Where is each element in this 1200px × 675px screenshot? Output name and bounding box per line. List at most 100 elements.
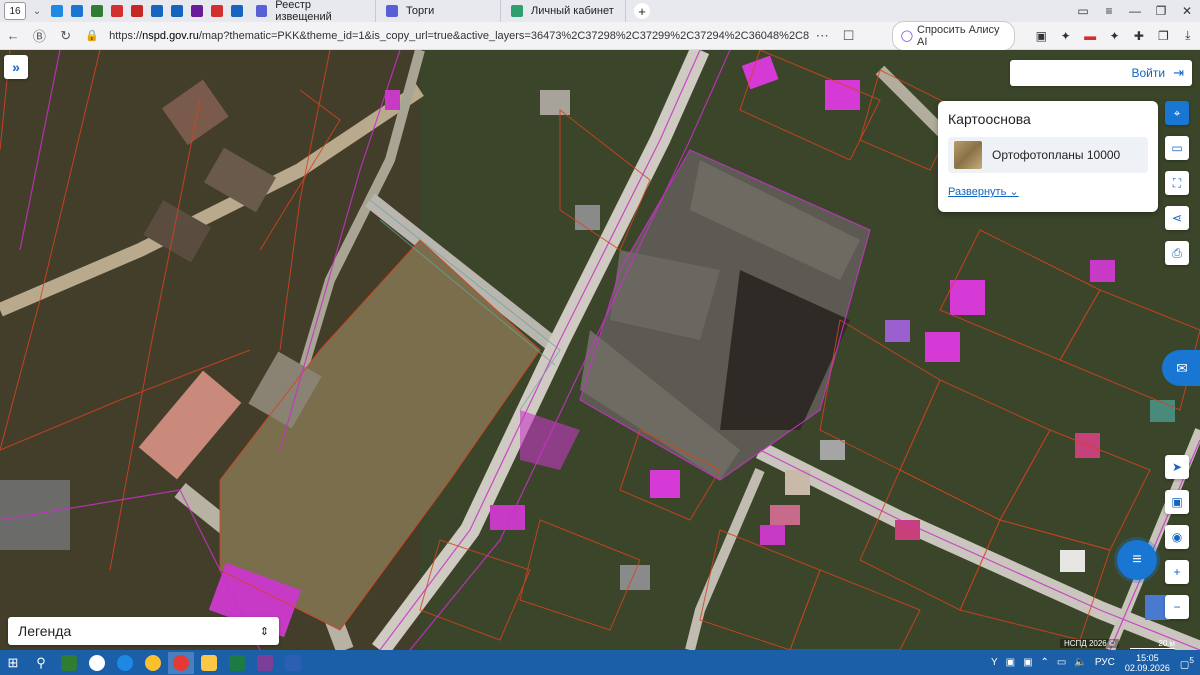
login-label: Войти bbox=[1131, 66, 1166, 80]
ruler-icon[interactable]: ▭ bbox=[1165, 136, 1189, 160]
basemap-expand-link[interactable]: Развернуть ⌄ bbox=[948, 185, 1148, 198]
windows-start-icon[interactable]: ⊞ bbox=[0, 652, 26, 674]
tab-list-dropdown[interactable]: ⌄ bbox=[28, 3, 46, 19]
winrar-icon[interactable] bbox=[252, 652, 278, 674]
word-icon[interactable] bbox=[280, 652, 306, 674]
clock[interactable]: 15:05 02.09.2026 bbox=[1125, 653, 1170, 673]
basemap-option[interactable]: Ортофотопланы 10000 bbox=[948, 137, 1148, 173]
pinned-tab[interactable] bbox=[188, 3, 206, 19]
auctions-tab-icon bbox=[386, 5, 398, 17]
pinned-tab[interactable] bbox=[68, 3, 86, 19]
lock-icon: 🔒 bbox=[85, 30, 99, 42]
chat-icon: ✉ bbox=[1176, 359, 1188, 376]
bookmark-add-icon[interactable]: ☐ bbox=[835, 28, 861, 44]
registry-tab-icon bbox=[256, 5, 268, 17]
support-chat-button[interactable]: ≡ bbox=[1117, 540, 1157, 580]
more-icon[interactable]: ⋯ bbox=[809, 28, 835, 44]
yandex-tray-icon[interactable]: Y bbox=[991, 657, 998, 668]
zoom-in-icon[interactable]: + bbox=[1165, 560, 1189, 584]
pinned-tab[interactable] bbox=[108, 3, 126, 19]
login-button[interactable]: Войти ⇥ bbox=[1010, 60, 1192, 86]
pinned-tab-favicon-icon bbox=[71, 5, 83, 17]
pinned-tab[interactable] bbox=[48, 3, 66, 19]
tab-registry[interactable]: Реестр извещений bbox=[246, 0, 376, 23]
taskbar: ⊞ ⚲ Y ▣ ▣ ⌃ ▭ 🔈 РУС 15:05 02.09.2026 ▢5 bbox=[0, 650, 1200, 675]
expand-sidebar-button[interactable]: » bbox=[4, 55, 28, 79]
chat-lines-icon: ≡ bbox=[1132, 551, 1142, 568]
map-marker-icon[interactable]: ◉ bbox=[1165, 525, 1189, 549]
notifications-icon[interactable]: ▢5 bbox=[1180, 655, 1194, 670]
basemap-title: Картооснова bbox=[948, 111, 1031, 127]
assistant-button[interactable]: ✉ bbox=[1162, 350, 1200, 386]
app-icon[interactable] bbox=[56, 652, 82, 674]
system-tray: Y ▣ ▣ ⌃ ▭ 🔈 РУС 15:05 02.09.2026 ▢5 bbox=[987, 650, 1200, 675]
ask-alice-button[interactable]: ◯ Спросить Алису AI bbox=[891, 20, 1016, 51]
yandex-browser-icon[interactable] bbox=[168, 651, 194, 674]
pinned-tab-favicon-icon bbox=[151, 5, 163, 17]
chevron-down-icon: ⌄ bbox=[1009, 186, 1019, 198]
collections-icon[interactable]: ❐ bbox=[1151, 29, 1175, 43]
excel-icon[interactable] bbox=[224, 652, 250, 674]
app-tray-icon[interactable]: ▣ bbox=[1006, 657, 1015, 668]
url-field[interactable]: https://nspd.gov.ru/map?thematic=PKK&the… bbox=[109, 30, 809, 42]
download-icon[interactable]: ⤓ bbox=[1176, 28, 1200, 43]
close-button[interactable]: ✕ bbox=[1174, 0, 1200, 22]
login-icon: ⇥ bbox=[1173, 65, 1184, 80]
area-select-icon[interactable]: ⛶ bbox=[1165, 171, 1189, 195]
reload-button[interactable]: ↻ bbox=[53, 28, 79, 44]
bookmark-icon[interactable]: ▭ bbox=[1070, 0, 1096, 22]
back-button[interactable]: ← bbox=[0, 28, 26, 43]
pinned-tab[interactable] bbox=[228, 3, 246, 19]
file-explorer-icon[interactable] bbox=[196, 652, 222, 674]
zoom-out-icon[interactable]: − bbox=[1165, 595, 1189, 619]
legend-label: Легенда bbox=[18, 623, 72, 639]
pinned-tab[interactable] bbox=[148, 3, 166, 19]
yandex-icon[interactable]: Ⓑ bbox=[26, 26, 52, 45]
chevron-up-icon[interactable]: ⌃ bbox=[1041, 657, 1049, 668]
basemap-thumbnail bbox=[954, 141, 982, 169]
pinned-tab[interactable] bbox=[168, 3, 186, 19]
pinned-tab[interactable] bbox=[208, 3, 226, 19]
notification-count: 5 bbox=[1189, 654, 1194, 665]
layers-icon[interactable]: ▣ bbox=[1165, 490, 1189, 514]
extension-icon[interactable]: ✦ bbox=[1054, 29, 1078, 43]
network-icon[interactable]: ▭ bbox=[1057, 657, 1066, 668]
window-controls: ▭ ≡ — ❐ ✕ bbox=[1070, 0, 1200, 22]
share-icon[interactable]: ⋖ bbox=[1165, 206, 1189, 230]
address-bar: ← Ⓑ ↻ 🔒 https://nspd.gov.ru/map?thematic… bbox=[0, 20, 1200, 51]
pinned-tab[interactable] bbox=[128, 3, 146, 19]
tab-label: Торги bbox=[406, 5, 435, 17]
pointer-icon[interactable]: ⌖ bbox=[1165, 101, 1189, 125]
pinned-tab-favicon-icon bbox=[111, 5, 123, 17]
extension-icon[interactable]: ▣ bbox=[1029, 29, 1053, 43]
tab-account[interactable]: Личный кабинет bbox=[501, 0, 626, 22]
language-indicator[interactable]: РУС bbox=[1095, 657, 1115, 668]
scale-bar: 20 м bbox=[1130, 639, 1175, 649]
edge-icon[interactable] bbox=[112, 652, 138, 674]
minimize-button[interactable]: — bbox=[1122, 0, 1148, 22]
pinned-tab-favicon-icon bbox=[191, 5, 203, 17]
chrome-icon[interactable] bbox=[140, 652, 166, 674]
account-tab-icon bbox=[511, 5, 523, 17]
maximize-button[interactable]: ❐ bbox=[1148, 0, 1174, 22]
locate-icon[interactable]: ➤ bbox=[1165, 455, 1189, 479]
pinned-tab-favicon-icon bbox=[211, 5, 223, 17]
app-icon[interactable] bbox=[84, 652, 110, 674]
menu-icon[interactable]: ≡ bbox=[1096, 0, 1122, 22]
tab-label: Реестр извещений bbox=[275, 0, 332, 23]
puzzle-icon[interactable]: ✚ bbox=[1127, 29, 1151, 43]
search-icon[interactable]: ⚲ bbox=[28, 652, 54, 674]
tab-auctions[interactable]: Торги bbox=[376, 0, 501, 22]
clock-time: 15:05 bbox=[1136, 652, 1159, 663]
print-icon[interactable]: ⎙ bbox=[1165, 241, 1189, 265]
tab-label: Личный кабинет bbox=[531, 5, 614, 17]
app-tray-icon[interactable]: ▣ bbox=[1023, 657, 1032, 668]
extension-icon[interactable]: ✦ bbox=[1102, 29, 1126, 43]
alice-icon: ◯ bbox=[900, 30, 913, 42]
legend-dropdown[interactable]: Легенда ⇕ bbox=[8, 617, 279, 645]
speaker-icon[interactable]: 🔈 bbox=[1074, 657, 1086, 668]
new-tab-button[interactable]: + bbox=[634, 3, 650, 19]
tab-count-button[interactable]: 16 bbox=[4, 2, 26, 20]
flag-icon[interactable]: ▬ bbox=[1078, 29, 1102, 43]
pinned-tab[interactable] bbox=[88, 3, 106, 19]
